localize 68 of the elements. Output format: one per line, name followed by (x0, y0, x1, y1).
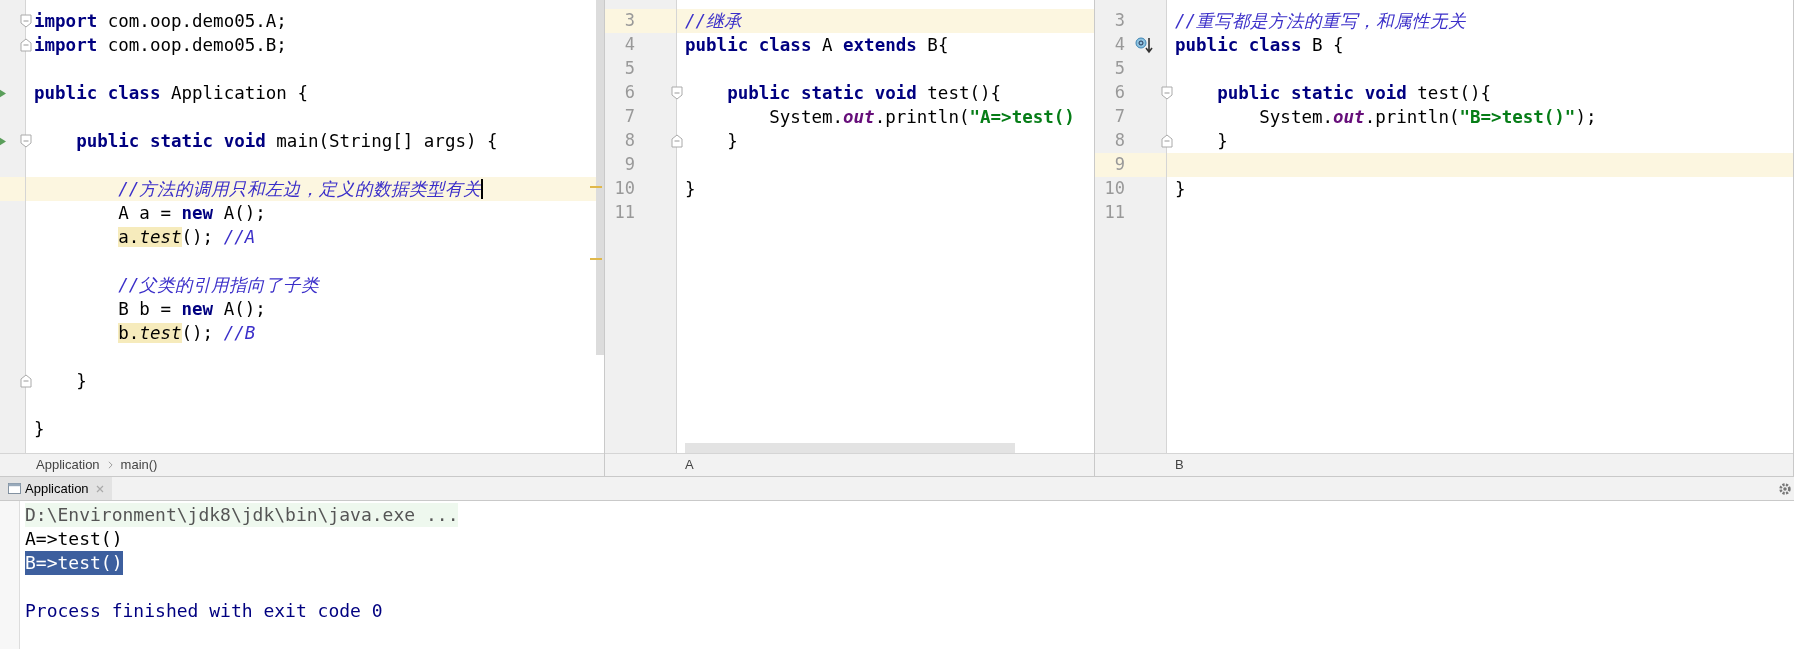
line-number: 5 (1113, 57, 1125, 81)
code-line: //继承 (685, 9, 743, 33)
fold-icon[interactable] (1161, 86, 1173, 100)
scrollbar[interactable] (685, 443, 1015, 453)
code-line: System.out.println("B=>test()"); (1258, 105, 1597, 129)
code-line: } (1216, 129, 1228, 153)
breadcrumb-item[interactable]: B (1175, 455, 1184, 475)
run-icon[interactable] (0, 88, 6, 98)
close-icon[interactable] (95, 484, 104, 493)
code-line: //方法的调用只和左边，定义的数据类型有关 (117, 177, 482, 201)
line-number: 10 (1103, 177, 1125, 201)
line-number: 7 (1113, 105, 1125, 129)
code-line: //父类的引用指向了子类 (117, 273, 320, 297)
error-stripe-mark[interactable] (590, 258, 602, 260)
line-number: 11 (613, 201, 635, 225)
line-number: 3 (1113, 9, 1125, 33)
fold-icon[interactable] (20, 134, 32, 148)
fold-icon[interactable] (1161, 134, 1173, 148)
breadcrumb-item[interactable]: main() (120, 455, 158, 475)
fold-icon[interactable] (20, 38, 32, 52)
line-number: 11 (1103, 201, 1125, 225)
breadcrumb-item[interactable]: Application (36, 455, 100, 475)
console-line: A=>test() (25, 527, 123, 551)
line-number: 6 (1113, 81, 1125, 105)
code-line: } (726, 129, 738, 153)
code-line: } (75, 369, 87, 393)
error-stripe-mark[interactable] (590, 186, 602, 188)
run-tab[interactable]: Application (0, 477, 112, 500)
code-line: A a = new A(); (117, 201, 266, 225)
line-number: 7 (623, 105, 635, 129)
code-line: public class A extends B{ (685, 33, 949, 57)
scrollbar[interactable] (596, 0, 604, 355)
line-number: 8 (623, 129, 635, 153)
code-line: public class Application { (34, 81, 308, 105)
line-number: 4 (623, 33, 635, 57)
fold-icon[interactable] (671, 86, 683, 100)
settings-icon[interactable] (1778, 481, 1792, 496)
code-line: import com.oop.demo05.A; (34, 9, 287, 33)
fold-icon[interactable] (20, 374, 32, 388)
code-line: B b = new A(); (117, 297, 266, 321)
code-line: } (685, 177, 696, 201)
run-icon[interactable] (0, 136, 6, 146)
code-line: a.test(); //A (117, 225, 256, 249)
code-line: public static void test(){ (726, 81, 1002, 105)
line-number: 4 (1113, 33, 1125, 57)
breadcrumb-item[interactable]: A (685, 455, 694, 475)
line-number: 3 (623, 9, 635, 33)
code-line: public static void test(){ (1216, 81, 1492, 105)
window-icon[interactable] (8, 483, 21, 494)
chevron-icon[interactable] (107, 461, 113, 469)
override-icon[interactable] (1135, 36, 1153, 54)
code-line: b.test(); //B (117, 321, 256, 345)
code-line: import com.oop.demo05.B; (34, 33, 287, 57)
line-number: 9 (623, 153, 635, 177)
line-number: 5 (623, 57, 635, 81)
line-number: 8 (1113, 129, 1125, 153)
code-line: System.out.println("A=>test() (768, 105, 1075, 129)
line-number: 9 (1113, 153, 1125, 177)
code-line: } (34, 417, 45, 441)
line-number: 10 (613, 177, 635, 201)
code-line: } (1175, 177, 1186, 201)
fold-icon[interactable] (671, 134, 683, 148)
line-number: 6 (623, 81, 635, 105)
console-line: Process finished with exit code 0 (25, 599, 383, 623)
fold-icon[interactable] (20, 14, 32, 28)
code-line: //重写都是方法的重写，和属性无关 (1175, 9, 1467, 33)
code-line: public static void main(String[] args) { (75, 129, 498, 153)
code-line: public class B { (1175, 33, 1344, 57)
